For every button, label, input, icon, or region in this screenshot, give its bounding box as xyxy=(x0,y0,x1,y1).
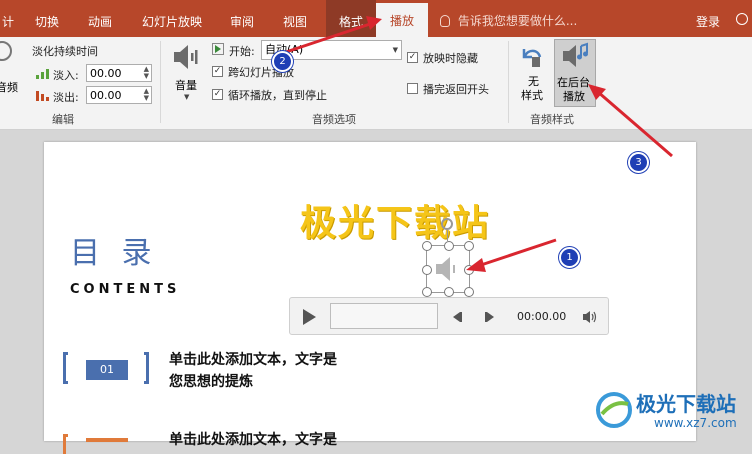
play-in-background-button[interactable]: 在后台 播放 xyxy=(554,39,596,107)
time-display: 00:00.00 xyxy=(517,310,567,323)
fade-out-input[interactable]: 00.00 ▲ ▼ xyxy=(86,86,152,104)
speaker-icon xyxy=(436,257,455,281)
tab-transitions[interactable]: 切换 xyxy=(35,0,59,37)
audio-player-bar[interactable]: 00:00.00 xyxy=(289,297,609,335)
tab-animations[interactable]: 动画 xyxy=(88,0,112,37)
tab-playback[interactable]: 播放 xyxy=(376,3,428,40)
group-divider xyxy=(508,41,509,123)
fade-duration-label: 淡化持续时间 xyxy=(32,45,98,58)
group-label-audio-styles: 音频样式 xyxy=(530,113,574,126)
resize-handle[interactable] xyxy=(422,287,432,297)
volume-icon[interactable] xyxy=(582,310,598,324)
ribbon-panel: 音频 淡化持续时间 淡入: 00.00 ▲ ▼ 淡出: 00.00 ▲ ▼ 编辑 音量 … xyxy=(0,37,752,130)
rotate-connector xyxy=(447,230,448,241)
resize-handle[interactable] xyxy=(422,241,432,251)
site-url: www.xz7.com xyxy=(654,416,737,430)
chevron-down-icon: ▼ xyxy=(184,93,190,101)
slide-heading[interactable]: 目 录 xyxy=(70,228,158,272)
fade-out-icon xyxy=(36,91,49,101)
tab-format[interactable]: 格式 xyxy=(326,0,376,37)
step-badge-2: 2 xyxy=(272,51,293,72)
start-label: 开始: xyxy=(229,45,255,58)
loop-label: 循环播放，直到停止 xyxy=(228,89,327,102)
fade-in-icon xyxy=(36,69,49,79)
undo-arrow-icon xyxy=(522,49,542,67)
hide-during-show-label: 放映时隐藏 xyxy=(423,52,478,65)
lightbulb-icon xyxy=(440,15,450,27)
group-label-audio-options: 音频选项 xyxy=(312,113,356,126)
rewind-label: 播完返回开头 xyxy=(423,83,489,96)
start-icon xyxy=(212,43,224,55)
site-logo-icon xyxy=(596,392,632,428)
login-link[interactable]: 登录 xyxy=(696,13,720,30)
no-style-button[interactable]: 无 样式 xyxy=(514,41,550,107)
audio-object[interactable] xyxy=(422,218,474,297)
group-divider xyxy=(160,41,161,123)
resize-handle[interactable] xyxy=(464,287,474,297)
chevron-down-icon: ▼ xyxy=(392,46,398,54)
resize-handle[interactable] xyxy=(422,265,432,275)
tell-me-box[interactable]: 告诉我您想要做什么... xyxy=(440,12,590,32)
resize-handle[interactable] xyxy=(444,287,454,297)
item-bracket-right xyxy=(144,352,149,384)
item-bracket-left xyxy=(63,352,68,384)
rewind-checkbox[interactable] xyxy=(407,83,418,94)
hide-during-show-checkbox[interactable]: ✓ xyxy=(407,52,418,63)
speaker-icon xyxy=(174,45,198,69)
slide-watermark-title: 极光下载站 xyxy=(300,203,491,244)
speaker-music-icon xyxy=(563,42,588,67)
tab-review[interactable]: 审阅 xyxy=(230,0,254,37)
site-watermark: 极光下载站 www.xz7.com xyxy=(594,386,750,436)
volume-button[interactable]: 音量 ▼ xyxy=(170,41,204,103)
item-text-line[interactable]: 您思想的提炼 xyxy=(169,371,253,391)
group-label-edit: 编辑 xyxy=(52,113,74,126)
site-name: 极光下载站 xyxy=(636,392,736,416)
play-across-slides-checkbox[interactable]: ✓ xyxy=(212,66,223,77)
fade-out-label: 淡出: xyxy=(53,91,79,104)
tab-design[interactable]: 计 xyxy=(0,0,16,37)
play-icon[interactable] xyxy=(303,309,316,325)
item-text-line[interactable]: 单击此处添加文本，文字是 xyxy=(169,429,337,449)
progress-track[interactable] xyxy=(330,303,438,329)
share-icon[interactable] xyxy=(736,13,748,25)
tab-view[interactable]: 视图 xyxy=(283,0,307,37)
rotate-handle[interactable] xyxy=(441,218,453,230)
ribbon-tab-bar: 计 切换 动画 幻灯片放映 审阅 视图 格式 播放 告诉我您想要做什么... 登… xyxy=(0,0,752,40)
resize-handle[interactable] xyxy=(464,241,474,251)
item-number-badge[interactable] xyxy=(86,438,128,442)
item-number-badge[interactable]: 01 xyxy=(86,360,128,380)
tab-slideshow[interactable]: 幻灯片放映 xyxy=(142,0,202,37)
audio-trim-icon xyxy=(0,41,12,61)
item-text-line[interactable]: 单击此处添加文本，文字是 xyxy=(169,349,337,369)
step-badge-3: 3 xyxy=(628,152,649,173)
fade-in-input[interactable]: 00.00 ▲ ▼ xyxy=(86,64,152,82)
resize-handle[interactable] xyxy=(444,241,454,251)
resize-handle[interactable] xyxy=(464,265,474,275)
spin-arrows-icon[interactable]: ▲ ▼ xyxy=(144,88,149,102)
slide-subheading[interactable]: CONTENTS xyxy=(70,282,180,297)
item-bracket-left xyxy=(63,434,68,454)
step-badge-1: 1 xyxy=(559,247,580,268)
fade-in-label: 淡入: xyxy=(53,69,79,82)
spin-arrows-icon[interactable]: ▲ ▼ xyxy=(144,66,149,80)
audio-trim-button[interactable]: 音频 xyxy=(0,39,22,95)
loop-checkbox[interactable]: ✓ xyxy=(212,89,223,100)
